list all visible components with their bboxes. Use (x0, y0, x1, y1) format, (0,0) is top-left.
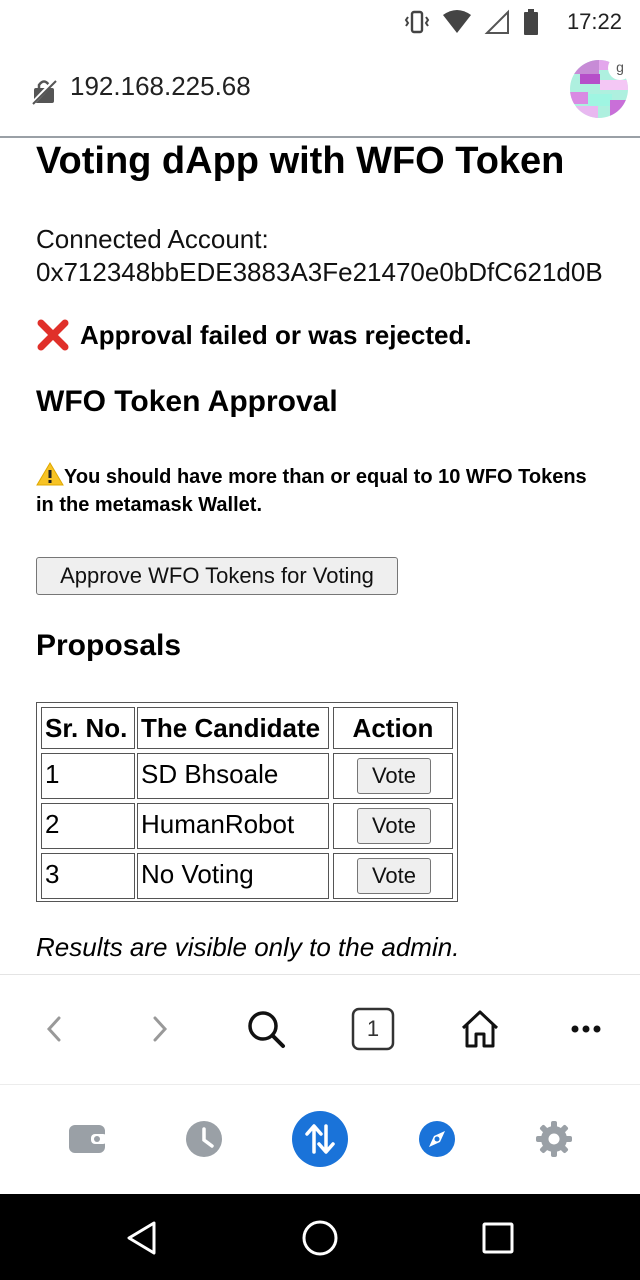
vote-button[interactable]: Vote (357, 858, 431, 894)
forward-icon (153, 1016, 168, 1042)
more-icon (571, 1025, 601, 1033)
warning-icon (36, 462, 64, 486)
warning-message: You should have more than or equal to 10… (36, 462, 596, 519)
tab-count: 1 (366, 1016, 380, 1041)
table-cell-sr: 3 (41, 853, 135, 899)
explore-tab[interactable] (408, 1110, 466, 1168)
home-icon (461, 1010, 499, 1048)
nav-recents-icon (482, 1222, 514, 1254)
avatar-badge: g (608, 56, 632, 80)
url-text[interactable]: 192.168.225.68 (70, 71, 251, 102)
proposals-heading: Proposals (36, 629, 182, 662)
error-text: Approval failed or was rejected. (80, 319, 472, 350)
nav-home-icon (302, 1220, 338, 1256)
vibrate-icon (404, 10, 430, 34)
history-tab[interactable] (175, 1110, 233, 1168)
settings-tab[interactable] (525, 1110, 583, 1168)
table-header-action: Action (333, 707, 453, 749)
vote-button[interactable]: Vote (357, 808, 431, 844)
page-title: Voting dApp with WFO Token (36, 140, 565, 182)
history-icon (186, 1121, 222, 1157)
back-icon (46, 1016, 61, 1042)
battery-icon (524, 9, 538, 35)
warning-text: You should have more than or equal to 10… (36, 466, 587, 516)
nav-home-button[interactable] (298, 1216, 342, 1260)
forward-button[interactable] (136, 1005, 184, 1053)
web-content: Voting dApp with WFO Token Connected Acc… (0, 136, 640, 974)
wallet-tab[interactable] (58, 1110, 116, 1168)
status-icons (404, 8, 540, 36)
home-button[interactable] (456, 1005, 504, 1053)
nav-recents-button[interactable] (476, 1216, 520, 1260)
table-header-candidate: The Candidate (137, 707, 329, 749)
approval-heading: WFO Token Approval (36, 385, 338, 418)
system-nav-bar (0, 1194, 640, 1280)
table-cell-candidate: No Voting (137, 853, 329, 899)
proposals-table: Sr. No. The Candidate Action 1 SD Bhsoal… (36, 702, 458, 902)
address-bar: 192.168.225.68 g (0, 44, 640, 138)
results-note: Results are visible only to the admin. (36, 932, 460, 962)
app-bottom-bar (0, 1084, 640, 1195)
nav-back-icon (127, 1221, 156, 1255)
status-time: 17:22 (566, 9, 622, 34)
search-button[interactable] (242, 1005, 290, 1053)
status-bar: 17:22 (0, 0, 640, 44)
table-header-sr: Sr. No. (41, 707, 135, 749)
table-cell-action: Vote (333, 753, 453, 799)
tabs-button[interactable]: 1 (349, 1005, 397, 1053)
search-icon (248, 1011, 285, 1048)
explore-icon (419, 1121, 455, 1157)
table-cell-action: Vote (333, 803, 453, 849)
table-cell-candidate: HumanRobot (137, 803, 329, 849)
signal-icon (484, 9, 509, 34)
more-button[interactable] (562, 1005, 610, 1053)
table-cell-action: Vote (333, 853, 453, 899)
account-address: 0x712348bbEDE3883A3Fe21470e0bDfC621d0B (36, 257, 603, 287)
account-label: Connected Account: (36, 224, 269, 254)
insecure-lock-icon[interactable] (30, 77, 58, 105)
error-message: Approval failed or was rejected. (36, 318, 472, 352)
wifi-icon (443, 10, 471, 33)
back-button[interactable] (30, 1005, 78, 1053)
table-cell-candidate: SD Bhsoale (137, 753, 329, 799)
table-cell-sr: 1 (41, 753, 135, 799)
vote-button[interactable]: Vote (357, 758, 431, 794)
approve-tokens-button[interactable]: Approve WFO Tokens for Voting (36, 557, 398, 595)
swap-icon (292, 1111, 348, 1167)
settings-icon (536, 1121, 572, 1157)
nav-back-button[interactable] (120, 1216, 164, 1260)
table-cell-sr: 2 (41, 803, 135, 849)
cross-mark-icon (37, 319, 69, 351)
swap-tab[interactable] (291, 1110, 349, 1168)
browser-toolbar: 1 (0, 974, 640, 1083)
wallet-icon (69, 1125, 107, 1153)
